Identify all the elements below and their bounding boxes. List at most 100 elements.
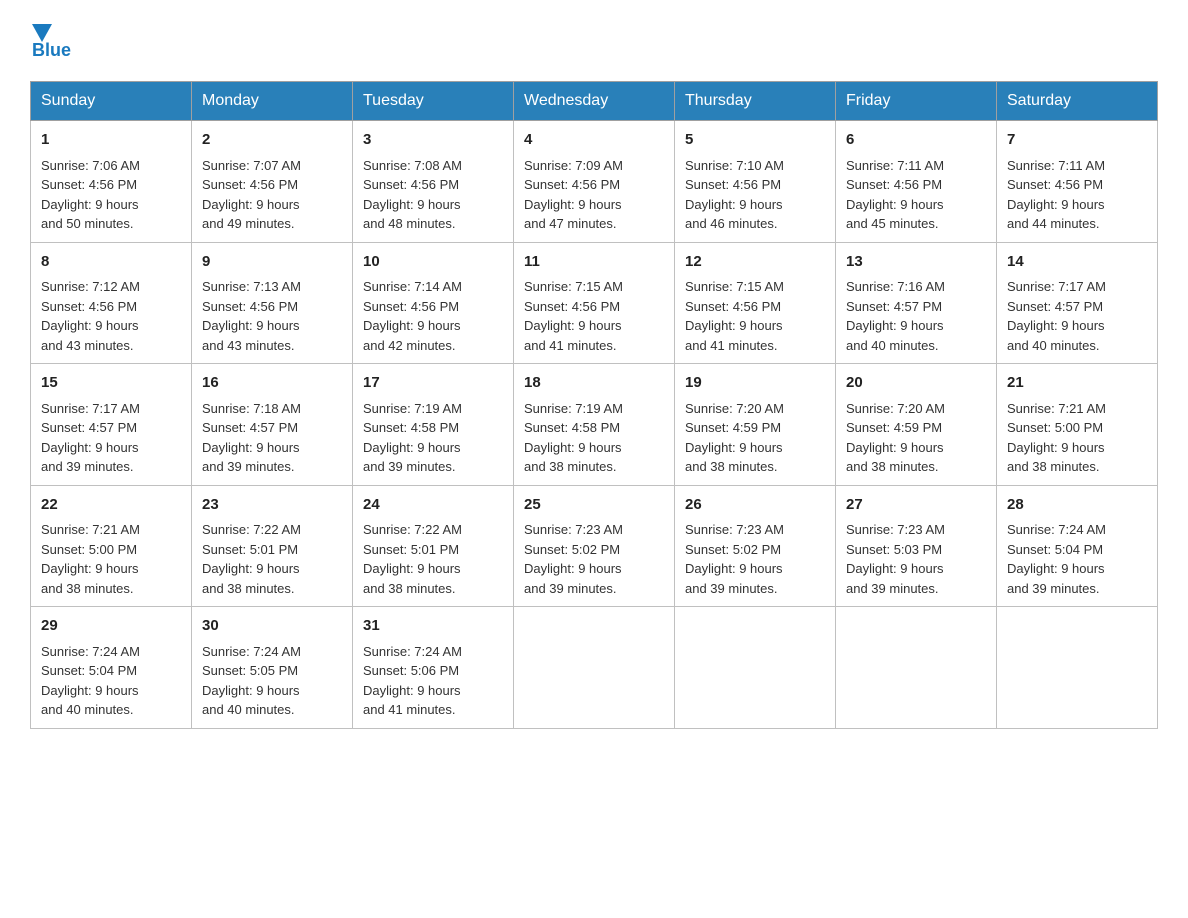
calendar-cell: 7 Sunrise: 7:11 AMSunset: 4:56 PMDayligh… <box>997 121 1158 243</box>
day-number: 29 <box>41 615 181 638</box>
calendar-cell: 12 Sunrise: 7:15 AMSunset: 4:56 PMDaylig… <box>675 242 836 364</box>
calendar-header-row: SundayMondayTuesdayWednesdayThursdayFrid… <box>31 82 1158 121</box>
day-number: 4 <box>524 129 664 152</box>
calendar-table: SundayMondayTuesdayWednesdayThursdayFrid… <box>30 81 1158 729</box>
calendar-cell: 31 Sunrise: 7:24 AMSunset: 5:06 PMDaylig… <box>353 607 514 729</box>
day-info: Sunrise: 7:20 AMSunset: 4:59 PMDaylight:… <box>846 399 986 477</box>
day-number: 8 <box>41 251 181 274</box>
day-info: Sunrise: 7:21 AMSunset: 5:00 PMDaylight:… <box>1007 399 1147 477</box>
day-info: Sunrise: 7:23 AMSunset: 5:02 PMDaylight:… <box>685 520 825 598</box>
day-number: 27 <box>846 494 986 517</box>
calendar-cell: 4 Sunrise: 7:09 AMSunset: 4:56 PMDayligh… <box>514 121 675 243</box>
calendar-cell: 16 Sunrise: 7:18 AMSunset: 4:57 PMDaylig… <box>192 364 353 486</box>
day-info: Sunrise: 7:06 AMSunset: 4:56 PMDaylight:… <box>41 156 181 234</box>
day-info: Sunrise: 7:23 AMSunset: 5:02 PMDaylight:… <box>524 520 664 598</box>
calendar-cell: 3 Sunrise: 7:08 AMSunset: 4:56 PMDayligh… <box>353 121 514 243</box>
calendar-cell: 28 Sunrise: 7:24 AMSunset: 5:04 PMDaylig… <box>997 485 1158 607</box>
day-info: Sunrise: 7:11 AMSunset: 4:56 PMDaylight:… <box>1007 156 1147 234</box>
calendar-cell <box>514 607 675 729</box>
calendar-cell: 24 Sunrise: 7:22 AMSunset: 5:01 PMDaylig… <box>353 485 514 607</box>
day-number: 12 <box>685 251 825 274</box>
calendar-week-row: 29 Sunrise: 7:24 AMSunset: 5:04 PMDaylig… <box>31 607 1158 729</box>
day-info: Sunrise: 7:20 AMSunset: 4:59 PMDaylight:… <box>685 399 825 477</box>
calendar-cell: 18 Sunrise: 7:19 AMSunset: 4:58 PMDaylig… <box>514 364 675 486</box>
day-number: 22 <box>41 494 181 517</box>
page-header: Blue <box>30 20 1158 61</box>
day-number: 31 <box>363 615 503 638</box>
day-info: Sunrise: 7:15 AMSunset: 4:56 PMDaylight:… <box>685 277 825 355</box>
day-number: 2 <box>202 129 342 152</box>
day-number: 21 <box>1007 372 1147 395</box>
day-number: 24 <box>363 494 503 517</box>
calendar-cell: 1 Sunrise: 7:06 AMSunset: 4:56 PMDayligh… <box>31 121 192 243</box>
day-number: 10 <box>363 251 503 274</box>
day-of-week-header: Sunday <box>31 82 192 121</box>
calendar-cell <box>836 607 997 729</box>
day-info: Sunrise: 7:13 AMSunset: 4:56 PMDaylight:… <box>202 277 342 355</box>
day-info: Sunrise: 7:19 AMSunset: 4:58 PMDaylight:… <box>524 399 664 477</box>
day-info: Sunrise: 7:10 AMSunset: 4:56 PMDaylight:… <box>685 156 825 234</box>
day-info: Sunrise: 7:12 AMSunset: 4:56 PMDaylight:… <box>41 277 181 355</box>
logo: Blue <box>30 20 71 61</box>
day-number: 19 <box>685 372 825 395</box>
calendar-cell: 21 Sunrise: 7:21 AMSunset: 5:00 PMDaylig… <box>997 364 1158 486</box>
day-number: 17 <box>363 372 503 395</box>
day-info: Sunrise: 7:18 AMSunset: 4:57 PMDaylight:… <box>202 399 342 477</box>
day-info: Sunrise: 7:22 AMSunset: 5:01 PMDaylight:… <box>202 520 342 598</box>
calendar-cell: 27 Sunrise: 7:23 AMSunset: 5:03 PMDaylig… <box>836 485 997 607</box>
calendar-cell: 2 Sunrise: 7:07 AMSunset: 4:56 PMDayligh… <box>192 121 353 243</box>
day-number: 25 <box>524 494 664 517</box>
day-info: Sunrise: 7:23 AMSunset: 5:03 PMDaylight:… <box>846 520 986 598</box>
day-number: 14 <box>1007 251 1147 274</box>
day-info: Sunrise: 7:17 AMSunset: 4:57 PMDaylight:… <box>1007 277 1147 355</box>
calendar-week-row: 22 Sunrise: 7:21 AMSunset: 5:00 PMDaylig… <box>31 485 1158 607</box>
calendar-cell: 8 Sunrise: 7:12 AMSunset: 4:56 PMDayligh… <box>31 242 192 364</box>
day-info: Sunrise: 7:24 AMSunset: 5:06 PMDaylight:… <box>363 642 503 720</box>
calendar-cell: 23 Sunrise: 7:22 AMSunset: 5:01 PMDaylig… <box>192 485 353 607</box>
calendar-cell <box>997 607 1158 729</box>
day-of-week-header: Thursday <box>675 82 836 121</box>
day-number: 18 <box>524 372 664 395</box>
day-number: 1 <box>41 129 181 152</box>
day-info: Sunrise: 7:22 AMSunset: 5:01 PMDaylight:… <box>363 520 503 598</box>
day-number: 13 <box>846 251 986 274</box>
day-number: 6 <box>846 129 986 152</box>
day-number: 28 <box>1007 494 1147 517</box>
day-number: 15 <box>41 372 181 395</box>
calendar-cell: 11 Sunrise: 7:15 AMSunset: 4:56 PMDaylig… <box>514 242 675 364</box>
day-info: Sunrise: 7:15 AMSunset: 4:56 PMDaylight:… <box>524 277 664 355</box>
day-number: 26 <box>685 494 825 517</box>
day-number: 7 <box>1007 129 1147 152</box>
day-info: Sunrise: 7:21 AMSunset: 5:00 PMDaylight:… <box>41 520 181 598</box>
calendar-cell: 29 Sunrise: 7:24 AMSunset: 5:04 PMDaylig… <box>31 607 192 729</box>
day-of-week-header: Monday <box>192 82 353 121</box>
day-number: 20 <box>846 372 986 395</box>
day-number: 16 <box>202 372 342 395</box>
day-number: 30 <box>202 615 342 638</box>
day-number: 11 <box>524 251 664 274</box>
calendar-cell: 20 Sunrise: 7:20 AMSunset: 4:59 PMDaylig… <box>836 364 997 486</box>
calendar-cell: 22 Sunrise: 7:21 AMSunset: 5:00 PMDaylig… <box>31 485 192 607</box>
calendar-week-row: 15 Sunrise: 7:17 AMSunset: 4:57 PMDaylig… <box>31 364 1158 486</box>
calendar-cell: 17 Sunrise: 7:19 AMSunset: 4:58 PMDaylig… <box>353 364 514 486</box>
day-info: Sunrise: 7:07 AMSunset: 4:56 PMDaylight:… <box>202 156 342 234</box>
day-of-week-header: Friday <box>836 82 997 121</box>
calendar-cell: 19 Sunrise: 7:20 AMSunset: 4:59 PMDaylig… <box>675 364 836 486</box>
calendar-cell: 25 Sunrise: 7:23 AMSunset: 5:02 PMDaylig… <box>514 485 675 607</box>
day-info: Sunrise: 7:08 AMSunset: 4:56 PMDaylight:… <box>363 156 503 234</box>
day-info: Sunrise: 7:24 AMSunset: 5:04 PMDaylight:… <box>1007 520 1147 598</box>
day-number: 5 <box>685 129 825 152</box>
day-info: Sunrise: 7:24 AMSunset: 5:04 PMDaylight:… <box>41 642 181 720</box>
day-of-week-header: Tuesday <box>353 82 514 121</box>
day-info: Sunrise: 7:16 AMSunset: 4:57 PMDaylight:… <box>846 277 986 355</box>
day-of-week-header: Wednesday <box>514 82 675 121</box>
calendar-cell: 14 Sunrise: 7:17 AMSunset: 4:57 PMDaylig… <box>997 242 1158 364</box>
calendar-cell: 6 Sunrise: 7:11 AMSunset: 4:56 PMDayligh… <box>836 121 997 243</box>
day-number: 3 <box>363 129 503 152</box>
day-of-week-header: Saturday <box>997 82 1158 121</box>
calendar-cell: 30 Sunrise: 7:24 AMSunset: 5:05 PMDaylig… <box>192 607 353 729</box>
calendar-cell: 26 Sunrise: 7:23 AMSunset: 5:02 PMDaylig… <box>675 485 836 607</box>
day-info: Sunrise: 7:14 AMSunset: 4:56 PMDaylight:… <box>363 277 503 355</box>
calendar-cell: 13 Sunrise: 7:16 AMSunset: 4:57 PMDaylig… <box>836 242 997 364</box>
calendar-cell: 9 Sunrise: 7:13 AMSunset: 4:56 PMDayligh… <box>192 242 353 364</box>
